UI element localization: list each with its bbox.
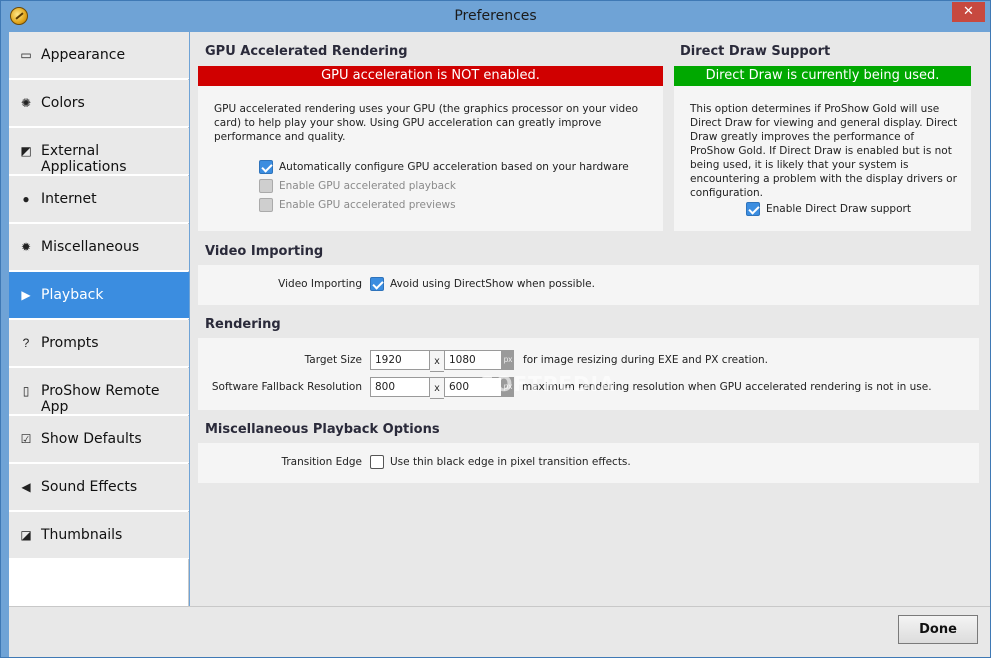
close-button[interactable]: ✕ <box>952 2 985 22</box>
direct-draw-option[interactable]: Enable Direct Draw support <box>746 202 911 216</box>
gpu-section-title: GPU Accelerated Rendering <box>205 44 408 59</box>
sidebar-item-label: Internet <box>41 191 97 207</box>
sidebar-item-label: Playback <box>41 287 104 303</box>
video-importing-panel: Video Importing Avoid using DirectShow w… <box>198 265 979 305</box>
sidebar-item-sound-effects[interactable]: ◀ Sound Effects <box>9 464 189 511</box>
sidebar-item-label: Prompts <box>41 335 99 351</box>
thumbnail-icon: ◪ <box>20 528 32 542</box>
sidebar-item-show-defaults[interactable]: ☑ Show Defaults <box>9 416 189 463</box>
sidebar-item-prompts[interactable]: ? Prompts <box>9 320 189 367</box>
sidebar-item-label: Colors <box>41 95 85 111</box>
target-height-input[interactable]: 1080 <box>444 350 502 370</box>
question-icon: ? <box>22 336 30 350</box>
gpu-auto-configure-option[interactable]: Automatically configure GPU acceleration… <box>259 160 629 174</box>
gpu-playback-checkbox <box>259 179 273 193</box>
avoid-directshow-option[interactable]: Avoid using DirectShow when possible. <box>370 277 595 291</box>
direct-draw-checkbox[interactable] <box>746 202 760 216</box>
checkbox-icon: ☑ <box>20 432 32 446</box>
gpu-auto-configure-checkbox[interactable] <box>259 160 273 174</box>
direct-draw-status-banner: Direct Draw is currently being used. <box>674 66 971 86</box>
softpedia-watermark: SOFTPEDIA <box>480 372 616 396</box>
palette-icon: ✺ <box>20 96 32 110</box>
fallback-resolution-label: Software Fallback Resolution <box>211 381 362 393</box>
sidebar-item-label: External Applications <box>41 143 127 175</box>
window-title: Preferences <box>454 8 537 24</box>
target-size-separator: x <box>430 350 444 372</box>
direct-draw-panel: Direct Draw is currently being used. Thi… <box>674 66 971 231</box>
playback-settings: GPU Accelerated Rendering GPU accelerati… <box>190 32 990 606</box>
thin-black-edge-checkbox[interactable] <box>370 455 384 469</box>
gpu-panel: GPU acceleration is NOT enabled. GPU acc… <box>198 66 663 231</box>
sidebar-item-external-applications[interactable]: ◩ External Applications <box>9 128 189 175</box>
sidebar-item-label: Miscellaneous <box>41 239 140 255</box>
target-size-note: for image resizing during EXE and PX cre… <box>523 354 769 366</box>
target-size-label: Target Size <box>304 354 362 366</box>
sidebar-item-label: Thumbnails <box>41 527 123 543</box>
sidebar-item-colors[interactable]: ✺ Colors <box>9 80 189 127</box>
thin-black-edge-option[interactable]: Use thin black edge in pixel transition … <box>370 455 631 469</box>
sidebar-item-proshow-remote-app[interactable]: ▯ ProShow Remote App <box>9 368 189 415</box>
speaker-icon: ◀ <box>21 480 31 494</box>
dialog-footer: Done <box>9 606 990 657</box>
fallback-separator: x <box>430 377 444 399</box>
misc-playback-panel: Transition Edge Use thin black edge in p… <box>198 443 979 483</box>
sidebar-item-appearance[interactable]: ▭ Appearance <box>9 32 189 79</box>
gpu-previews-checkbox <box>259 198 273 212</box>
rendering-section-title: Rendering <box>205 317 281 332</box>
sidebar-item-thumbnails[interactable]: ◪ Thumbnails <box>9 512 189 559</box>
sidebar-item-label: ProShow Remote App <box>41 383 160 415</box>
sidebar-item-internet[interactable]: ● Internet <box>9 176 189 223</box>
direct-draw-section-title: Direct Draw Support <box>680 44 831 59</box>
avoid-directshow-checkbox[interactable] <box>370 277 384 291</box>
direct-draw-description: This option determines if ProShow Gold w… <box>690 103 958 199</box>
misc-playback-section-title: Miscellaneous Playback Options <box>205 422 440 437</box>
gpu-status-banner: GPU acceleration is NOT enabled. <box>198 66 663 86</box>
play-icon: ▶ <box>21 288 31 302</box>
sidebar-item-miscellaneous[interactable]: ✹ Miscellaneous <box>9 224 189 271</box>
gear-icon: ✹ <box>20 240 32 254</box>
preferences-sidebar: ▭ Appearance ✺ Colors ◩ External Applications… <box>9 32 189 606</box>
video-importing-section-title: Video Importing <box>205 244 324 259</box>
target-width-input[interactable]: 1920 <box>370 350 430 370</box>
gpu-previews-option: Enable GPU accelerated previews <box>259 198 456 212</box>
gpu-description: GPU accelerated rendering uses your GPU … <box>214 103 639 143</box>
sidebar-item-playback[interactable]: ▶ Playback <box>9 272 189 319</box>
sidebar-item-label: Sound Effects <box>41 479 138 495</box>
preferences-window: Preferences ✕ ▭ Appearance ✺ Colors ◩ Externa… <box>0 0 991 658</box>
title-bar[interactable]: Preferences ✕ <box>1 1 990 31</box>
window-icon: ▭ <box>20 48 32 62</box>
external-window-icon: ◩ <box>20 144 32 158</box>
done-button[interactable]: Done <box>898 615 978 644</box>
video-importing-label: Video Importing <box>278 278 362 290</box>
phone-icon: ▯ <box>22 384 30 398</box>
globe-icon: ● <box>22 192 30 206</box>
sidebar-item-label: Show Defaults <box>41 431 142 447</box>
sidebar-item-label: Appearance <box>41 47 126 63</box>
target-size-unit: px <box>502 350 514 370</box>
fallback-width-input[interactable]: 800 <box>370 377 430 397</box>
gpu-playback-option: Enable GPU accelerated playback <box>259 179 456 193</box>
transition-edge-label: Transition Edge <box>281 456 362 468</box>
